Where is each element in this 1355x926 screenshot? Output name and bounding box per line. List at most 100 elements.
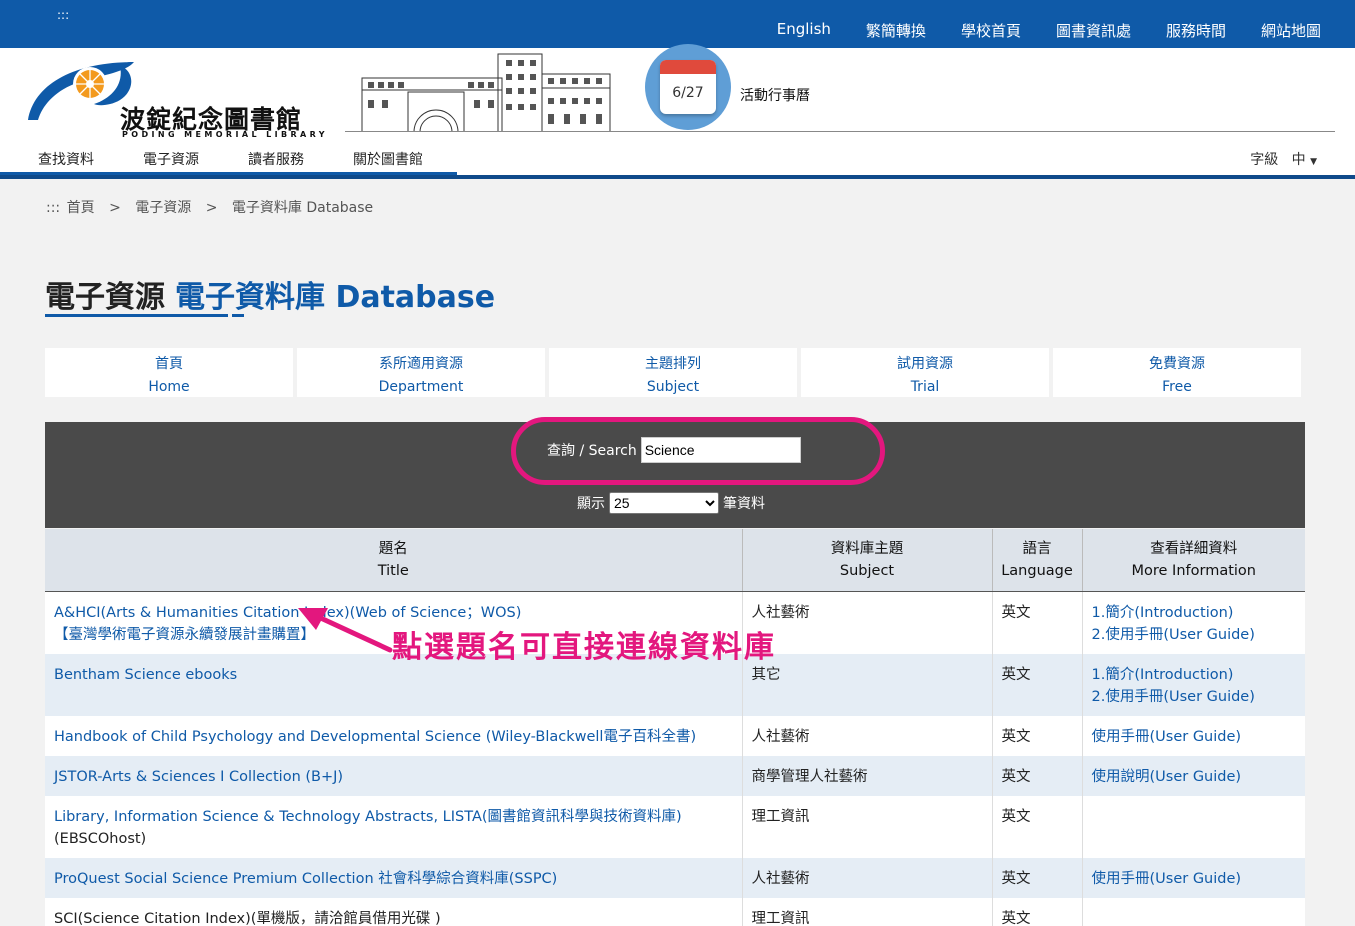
top-nav: English 繁簡轉換 學校首頁 圖書資訊處 服務時間 網站地圖 (777, 20, 1321, 41)
intro-link[interactable]: 1.簡介(Introduction) (1092, 667, 1234, 683)
top-link-sitemap[interactable]: 網站地圖 (1261, 20, 1321, 41)
font-size-control[interactable]: 字級 中 ▼ (1250, 149, 1317, 169)
database-title-link[interactable]: A&HCI(Arts & Humanities Citation Index)(… (54, 605, 521, 621)
database-title-link[interactable]: Handbook of Child Psychology and Develop… (54, 729, 696, 745)
language-cell: 英文 (992, 857, 1083, 898)
page-title: 電子資源 電子資料庫 Database (45, 272, 495, 316)
top-link-convert[interactable]: 繁簡轉換 (866, 20, 926, 41)
show-suffix: 筆資料 (723, 496, 765, 512)
database-title-note[interactable]: 【臺灣學術電子資源永續發展計畫購置】 (54, 627, 315, 643)
page-size-select[interactable]: 25 (609, 492, 719, 514)
language-cell: 英文 (992, 715, 1083, 756)
tab-label-zh: 主題排列 (645, 356, 701, 372)
breadcrumb-separator: > (205, 200, 218, 216)
database-tabs: 首頁 Home 系所適用資源 Department 主題排列 Subject 試用資源… (45, 348, 1301, 397)
breadcrumb: ::: 首頁 > 電子資源 > 電子資料庫 Database (46, 197, 379, 217)
table-row: SCI(Science Citation Index)(單機版，請洽館員借用光碟… (45, 897, 1305, 926)
nav-about-library[interactable]: 關於圖書館 (353, 149, 423, 169)
breadcrumb-home[interactable]: 首頁 (67, 200, 95, 216)
library-logo[interactable]: 波錠紀念圖書館 PODING MEMORIAL LIBRARY (24, 54, 344, 139)
calendar-button[interactable]: 6/27 (645, 44, 731, 130)
header-language[interactable]: 語言 Language (992, 529, 1083, 592)
subject-cell: 人社藝術 (742, 715, 993, 756)
tab-label-en: Department (378, 379, 464, 395)
breadcrumb-prefix: ::: (46, 200, 61, 216)
nav-e-resources[interactable]: 電子資源 (143, 149, 199, 169)
table-row: ProQuest Social Science Premium Collecti… (45, 857, 1305, 898)
tab-label-en: Subject (646, 379, 700, 395)
table-row: Library, Information Science & Technolog… (45, 795, 1305, 858)
user-guide-link[interactable]: 使用手冊(User Guide) (1092, 729, 1242, 745)
more-info-cell (1082, 897, 1305, 926)
language-cell: 英文 (992, 591, 1083, 654)
breadcrumb-e-resources[interactable]: 電子資源 (135, 200, 191, 216)
logo-subtitle: PODING MEMORIAL LIBRARY (122, 130, 328, 139)
database-table: 題名 Title 資料庫主題 Subject 語言 Language 查看詳細資料 Mo… (45, 529, 1305, 926)
page-title-sub: 電子資料庫 Database (175, 280, 496, 315)
font-size-value: 中 (1291, 152, 1306, 168)
language-cell: 英文 (992, 755, 1083, 796)
nav-bottom-bar (0, 175, 1355, 179)
top-link-hours[interactable]: 服務時間 (1166, 20, 1226, 41)
tab-trial[interactable]: 試用資源 Trial (801, 348, 1049, 397)
table-row: JSTOR-Arts & Sciences I Collection (B+J)… (45, 755, 1305, 796)
annotation-arrow-icon (298, 608, 393, 653)
page-title-main: 電子資源 (45, 280, 165, 315)
top-bar: ::: English 繁簡轉換 學校首頁 圖書資訊處 服務時間 網站地圖 (0, 0, 1355, 48)
top-link-english[interactable]: English (777, 20, 831, 41)
tab-label-en: Free (1162, 379, 1192, 395)
user-guide-link[interactable]: 2.使用手冊(User Guide) (1092, 689, 1255, 705)
database-title-note: (EBSCOhost) (54, 830, 147, 847)
language-cell: 英文 (992, 795, 1083, 858)
table-row: Handbook of Child Psychology and Develop… (45, 715, 1305, 756)
tab-home[interactable]: 首頁 Home (45, 348, 293, 397)
caret-down-icon: ▼ (1310, 157, 1317, 167)
intro-link[interactable]: 1.簡介(Introduction) (1092, 605, 1234, 621)
subject-cell: 理工資訊 (742, 897, 993, 926)
breadcrumb-database[interactable]: 電子資料庫 Database (232, 200, 373, 216)
subject-cell: 理工資訊 (742, 795, 993, 858)
database-title-link[interactable]: JSTOR-Arts & Sciences I Collection (B+J) (54, 769, 343, 785)
main-nav: 查找資料 電子資源 讀者服務 關於圖書館 (38, 149, 472, 169)
subject-cell: 人社藝術 (742, 591, 993, 654)
skip-link[interactable]: ::: (57, 8, 69, 22)
title-underline (45, 314, 228, 317)
subject-cell: 商學管理人社藝術 (742, 755, 993, 796)
calendar-icon: 6/27 (660, 60, 716, 114)
nav-reader-services[interactable]: 讀者服務 (248, 149, 304, 169)
header: 波錠紀念圖書館 PODING MEMORIAL LIBRARY 6/27 活動行… (0, 44, 1355, 179)
top-link-library-office[interactable]: 圖書資訊處 (1056, 20, 1131, 41)
header-title[interactable]: 題名 Title (45, 529, 743, 592)
database-title-link[interactable]: Bentham Science ebooks (54, 667, 237, 683)
database-title-link[interactable]: ProQuest Social Science Premium Collecti… (54, 871, 557, 887)
subject-cell: 其它 (742, 653, 993, 716)
header-more-info: 查看詳細資料 More Information (1082, 529, 1305, 592)
tab-label-zh: 首頁 (155, 356, 183, 372)
database-title-link[interactable]: Library, Information Science & Technolog… (54, 809, 682, 825)
database-title-text: SCI(Science Citation Index)(單機版，請洽館員借用光碟… (45, 897, 743, 926)
tab-department[interactable]: 系所適用資源 Department (297, 348, 545, 397)
more-info-cell (1082, 795, 1305, 858)
user-guide-link[interactable]: 2.使用手冊(User Guide) (1092, 627, 1255, 643)
table-header-row: 題名 Title 資料庫主題 Subject 語言 Language 查看詳細資料 Mo… (45, 529, 1305, 592)
font-size-label: 字級 (1250, 152, 1279, 168)
event-calendar-link[interactable]: 活動行事曆 (740, 85, 810, 105)
language-cell: 英文 (992, 653, 1083, 716)
nav-find-data[interactable]: 查找資料 (38, 149, 94, 169)
top-link-school[interactable]: 學校首頁 (961, 20, 1021, 41)
tab-label-en: Home (148, 379, 190, 395)
tab-label-zh: 免費資源 (1149, 356, 1205, 372)
tab-subject[interactable]: 主題排列 Subject (549, 348, 797, 397)
search-highlight-annotation (511, 417, 885, 485)
tab-label-zh: 試用資源 (897, 356, 953, 372)
tab-free[interactable]: 免費資源 Free (1053, 348, 1301, 397)
show-label: 顯示 (577, 496, 605, 512)
header-divider (345, 131, 1335, 132)
page-size-row: 顯示 25 筆資料 (577, 492, 765, 514)
tab-label-en: Trial (910, 379, 940, 395)
header-subject[interactable]: 資料庫主題 Subject (742, 529, 993, 592)
user-guide-link[interactable]: 使用手冊(User Guide) (1092, 871, 1242, 887)
title-underline-accent (232, 314, 244, 317)
calendar-date: 6/27 (672, 85, 704, 101)
user-guide-link[interactable]: 使用說明(User Guide) (1092, 769, 1242, 785)
